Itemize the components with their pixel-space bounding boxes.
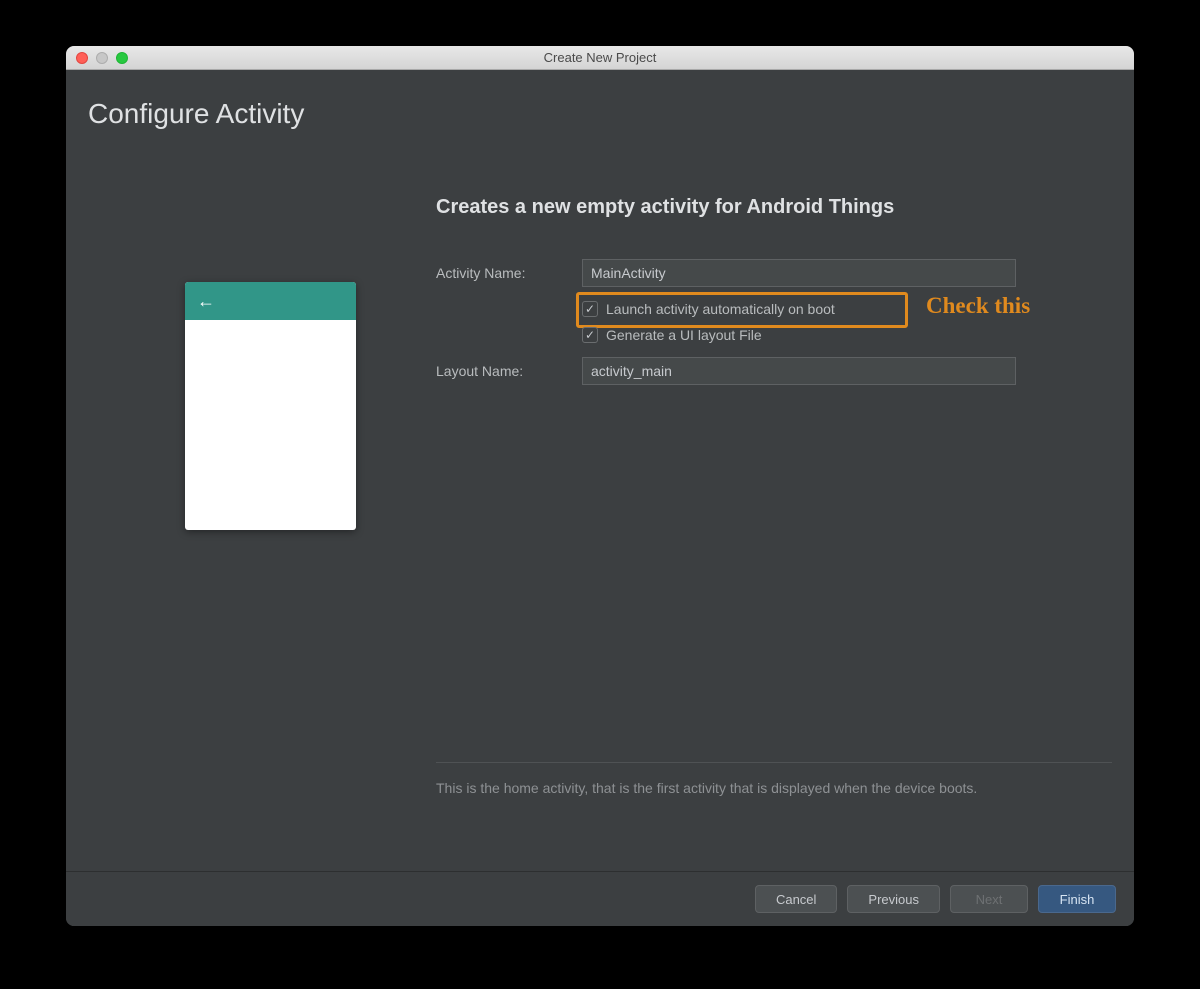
separator bbox=[436, 762, 1112, 763]
previous-button[interactable]: Previous bbox=[847, 885, 940, 913]
window-title: Create New Project bbox=[66, 50, 1134, 65]
activity-preview: ← bbox=[185, 282, 356, 530]
layout-name-input[interactable] bbox=[582, 357, 1016, 385]
generate-layout-label: Generate a UI layout File bbox=[606, 327, 762, 343]
layout-name-row: Layout Name: bbox=[436, 357, 1112, 385]
activity-name-label: Activity Name: bbox=[436, 265, 582, 281]
back-arrow-icon: ← bbox=[197, 291, 215, 312]
titlebar[interactable]: Create New Project bbox=[66, 46, 1134, 70]
launch-on-boot-label: Launch activity automatically on boot bbox=[606, 301, 835, 317]
dialog-window: Create New Project Configure Activity ← … bbox=[66, 46, 1134, 926]
annotation-text: Check this bbox=[926, 293, 1030, 319]
help-text: This is the home activity, that is the f… bbox=[436, 778, 1112, 799]
page-title: Configure Activity bbox=[88, 98, 304, 130]
activity-name-input[interactable] bbox=[582, 259, 1016, 287]
form-heading: Creates a new empty activity for Android… bbox=[436, 196, 1112, 219]
next-button: Next bbox=[950, 885, 1028, 913]
launch-on-boot-checkbox[interactable] bbox=[582, 301, 598, 317]
form-panel: Creates a new empty activity for Android… bbox=[436, 196, 1112, 399]
launch-on-boot-row[interactable]: Launch activity automatically on boot Ch… bbox=[582, 301, 1112, 317]
preview-appbar: ← bbox=[185, 282, 356, 320]
dialog-body: Configure Activity ← Creates a new empty… bbox=[66, 70, 1134, 926]
activity-name-row: Activity Name: bbox=[436, 259, 1112, 287]
finish-button[interactable]: Finish bbox=[1038, 885, 1116, 913]
layout-name-label: Layout Name: bbox=[436, 363, 582, 379]
generate-layout-row[interactable]: Generate a UI layout File bbox=[582, 327, 1112, 343]
footer: Cancel Previous Next Finish bbox=[66, 871, 1134, 926]
generate-layout-checkbox[interactable] bbox=[582, 327, 598, 343]
cancel-button[interactable]: Cancel bbox=[755, 885, 837, 913]
